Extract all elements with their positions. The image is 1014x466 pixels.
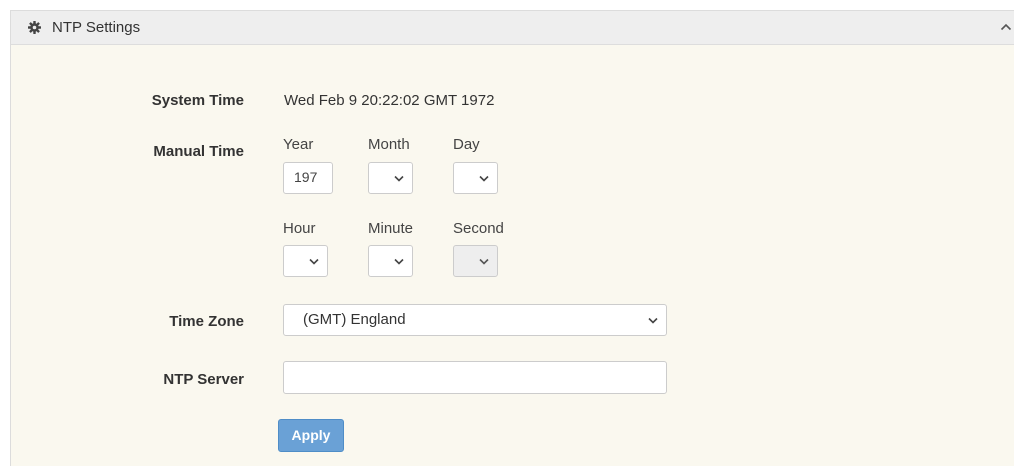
system-time-value: Wed Feb 9 20:22:02 GMT 1972 bbox=[284, 92, 495, 109]
day-select[interactable] bbox=[453, 162, 498, 194]
panel-title: NTP Settings bbox=[52, 19, 141, 36]
time-zone-select[interactable]: (GMT) England bbox=[283, 304, 667, 336]
month-label: Month bbox=[368, 136, 410, 153]
chevron-up-icon[interactable] bbox=[1000, 22, 1012, 32]
hour-label: Hour bbox=[283, 220, 316, 237]
chevron-down-icon bbox=[479, 258, 489, 265]
time-zone-label: Time Zone bbox=[169, 313, 244, 330]
year-label: Year bbox=[283, 136, 314, 153]
minute-select[interactable] bbox=[368, 245, 413, 277]
chevron-down-icon bbox=[309, 258, 319, 265]
hour-select[interactable] bbox=[283, 245, 328, 277]
second-label: Second bbox=[453, 220, 504, 237]
month-select[interactable] bbox=[368, 162, 413, 194]
chevron-down-icon bbox=[648, 317, 658, 324]
apply-button[interactable]: Apply bbox=[278, 419, 344, 452]
time-zone-value: (GMT) England bbox=[303, 311, 406, 328]
chevron-down-icon bbox=[394, 258, 404, 265]
ntp-settings-panel: NTP Settings bbox=[10, 10, 1014, 466]
system-time-label: System Time bbox=[151, 92, 244, 109]
year-input[interactable]: 197 bbox=[283, 162, 333, 194]
chevron-down-icon bbox=[394, 175, 404, 182]
chevron-down-icon bbox=[479, 175, 489, 182]
minute-label: Minute bbox=[368, 220, 414, 237]
ntp-server-label: NTP Server bbox=[163, 371, 244, 388]
panel-header[interactable]: NTP Settings bbox=[11, 11, 1014, 45]
ntp-server-input[interactable] bbox=[283, 361, 667, 394]
second-select[interactable] bbox=[453, 245, 498, 277]
year-value: 197 bbox=[294, 169, 318, 185]
day-label: Day bbox=[453, 136, 480, 153]
manual-time-label: Manual Time bbox=[153, 143, 244, 160]
gear-icon bbox=[28, 21, 41, 34]
